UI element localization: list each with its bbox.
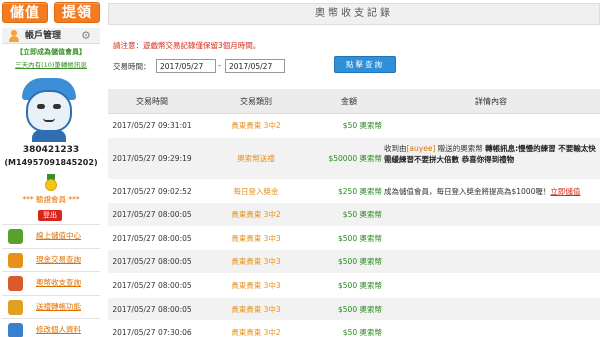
sidebar: 儲值 提領 帳戶管理 ⚙ 【立即成為儲值會員】 三天內有(10)筆轉帳訊息 38…	[0, 0, 102, 337]
sidebar-item-label[interactable]: 現金交易查詢	[36, 255, 81, 265]
sidebar-item-label[interactable]: 奧幣收支查詢	[36, 278, 81, 288]
table-row: 2017/05/27 09:31:01 貴東貴東 3中2 $50 奧索幣	[108, 114, 600, 138]
header-amount: 金額	[341, 97, 357, 106]
table-header: 交易時間 交易類別 金額 詳情內容	[108, 89, 600, 114]
logout-button[interactable]: 登出	[38, 210, 62, 221]
row-amount: $500 奧索幣	[338, 257, 382, 267]
table-row: 2017/05/27 09:02:52 每日登入獎金 $250 奧索幣 成為儲值…	[108, 180, 600, 204]
coin-record-icon	[8, 276, 23, 291]
sidebar-item-cash-search[interactable]: 現金交易查詢	[2, 247, 100, 272]
top-button-group: 儲值 提領	[2, 2, 100, 23]
row-type: 奧索幣送禮	[237, 153, 275, 163]
row-amount: $50000 奧索幣	[328, 153, 382, 163]
transaction-table: 交易時間 交易類別 金額 詳情內容 2017/05/27 09:31:01 貴東…	[108, 89, 600, 337]
row-time: 2017/05/27 07:30:06	[112, 328, 192, 337]
deposit-button[interactable]: 儲值	[2, 2, 48, 23]
page-title: 奧幣收支記錄	[108, 3, 600, 25]
row-amount: $50 奧索幣	[342, 210, 382, 220]
sidebar-item-label[interactable]: 線上儲值中心	[36, 231, 81, 241]
time-filter-label: 交易時間：	[113, 62, 151, 71]
row-type: 貴東貴東 3中2	[231, 121, 281, 130]
sidebar-item-coin-record[interactable]: 奧幣收支查詢	[2, 271, 100, 295]
deposit-now-link[interactable]: 立即儲值	[550, 187, 580, 196]
account-header: 帳戶管理 ⚙	[2, 28, 100, 44]
sidebar-item-label[interactable]: 修改個人資料	[36, 325, 81, 335]
profile-edit-icon	[8, 323, 23, 337]
row-type: 貴東貴東 3中3	[231, 280, 281, 290]
row-time: 2017/05/27 09:31:01	[112, 121, 192, 130]
date-from-input[interactable]	[156, 59, 216, 73]
row-type: 貴東貴東 3中3	[231, 257, 281, 267]
query-button[interactable]: 點擊查詢	[334, 56, 396, 73]
row-type: 貴東貴東 3中3	[231, 304, 281, 314]
cash-search-icon	[8, 252, 23, 268]
row-type: 貴東貴東 3中3	[231, 233, 281, 243]
gift-transfer-icon	[8, 299, 23, 315]
gear-icon[interactable]: ⚙	[81, 29, 91, 42]
row-amount: $500 奧索幣	[338, 233, 382, 243]
row-time: 2017/05/27 08:00:05	[112, 210, 192, 220]
row-time: 2017/05/27 08:00:05	[112, 233, 192, 243]
table-row: 2017/05/27 08:00:05 貴東貴東 3中3 $500 奧索幣	[108, 274, 600, 298]
medal-icon	[44, 174, 58, 192]
row-amount: $250 奧索幣	[338, 186, 382, 196]
detail-mid: 贈送的奧索幣	[435, 143, 486, 153]
header-detail: 詳情內容	[475, 97, 507, 106]
row-detail: 成為儲值會員，每日登入獎金將提高為$1000喔！立即儲值	[384, 180, 598, 197]
header-type: 交易類別	[240, 97, 272, 106]
table-row: 2017/05/27 08:00:05 貴東貴東 3中3 $500 奧索幣	[108, 297, 600, 322]
detail-prefix: 成為儲值會員，每日登入獎金將提高為$1000喔！	[384, 186, 551, 196]
main-panel: 奧幣收支記錄 請注意：遊戲幣交易記錄僅保留3個月時間。 交易時間： - 點擊查詢…	[108, 0, 600, 337]
sidebar-item-gift-transfer[interactable]: 送禮轉帳功能	[2, 294, 100, 319]
member-code: (M14957091845202)	[4, 158, 98, 167]
user-icon	[8, 30, 20, 42]
row-type: 貴東貴東 3中2	[231, 210, 281, 220]
sender-name: [auyee]	[406, 143, 436, 153]
row-time: 2017/05/27 08:00:05	[112, 304, 192, 314]
table-row: 2017/05/27 08:00:05 貴東貴東 3中2 $50 奧索幣	[108, 203, 600, 227]
table-row: 2017/05/27 09:29:19 奧索幣送禮 $50000 奧索幣 收到由…	[108, 137, 600, 180]
row-amount: $500 奧索幣	[338, 304, 382, 314]
row-detail: 收到由[auyee] 贈送的奧索幣 轉帳訊息:慢慢的練習 不要輸太快 需緩練習不…	[384, 138, 598, 165]
row-amount: $500 奧索幣	[338, 280, 382, 290]
row-type: 每日登入獎金	[233, 186, 279, 196]
date-to-input[interactable]	[225, 59, 285, 73]
become-vip-link[interactable]: 【立即成為儲值會員】	[2, 47, 100, 57]
row-amount: $50 奧索幣	[342, 328, 382, 337]
account-title: 帳戶管理	[25, 31, 62, 41]
row-amount: $50 奧索幣	[342, 121, 382, 130]
transfer-notice-link[interactable]: 三天內有(10)筆轉帳訊息	[2, 61, 100, 70]
deposit-icon	[8, 229, 23, 244]
header-time: 交易時間	[136, 97, 168, 106]
user-id: 380421233	[22, 145, 80, 155]
avatar	[14, 74, 84, 144]
row-time: 2017/05/27 08:00:05	[112, 257, 192, 267]
sidebar-item-profile-edit[interactable]: 修改個人資料	[2, 318, 100, 337]
row-time: 2017/05/27 09:02:52	[112, 186, 192, 196]
member-level: *** 驗證會員 ***	[22, 195, 80, 204]
sidebar-menu: 線上儲值中心 現金交易查詢 奧幣收支查詢 送禮轉帳功能 修改個人資料	[2, 224, 100, 337]
table-row: 2017/05/27 07:30:06 貴東貴東 3中2 $50 奧索幣	[108, 321, 600, 337]
retention-notice: 請注意：遊戲幣交易記錄僅保留3個月時間。	[113, 41, 261, 50]
row-type: 貴東貴東 3中2	[231, 328, 281, 337]
row-time: 2017/05/27 09:29:19	[112, 153, 192, 163]
date-range-dash: -	[218, 61, 221, 70]
row-time: 2017/05/27 08:00:05	[112, 280, 192, 290]
table-row: 2017/05/27 08:00:05 貴東貴東 3中3 $500 奧索幣	[108, 250, 600, 274]
table-row: 2017/05/27 08:00:05 貴東貴東 3中3 $500 奧索幣	[108, 227, 600, 251]
detail-prefix: 收到由	[384, 143, 407, 153]
withdraw-button[interactable]: 提領	[54, 2, 100, 23]
sidebar-item-label[interactable]: 送禮轉帳功能	[36, 302, 81, 312]
sidebar-item-deposit-center[interactable]: 線上儲值中心	[2, 224, 100, 248]
